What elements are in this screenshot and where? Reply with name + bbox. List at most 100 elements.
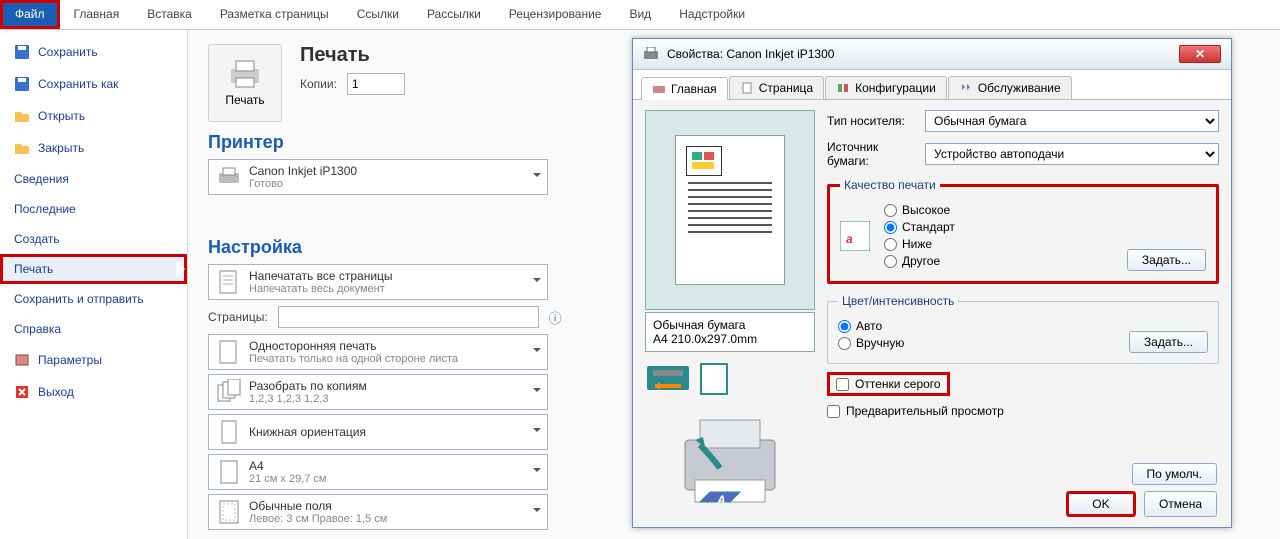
printer-status: Готово [249, 178, 357, 190]
sidebar-item-close[interactable]: Закрыть [0, 132, 187, 164]
sidebar-item-info[interactable]: Сведения [0, 164, 187, 194]
sidebar-item-label: Сохранить как [38, 77, 118, 91]
tab-layout[interactable]: Разметка страницы [206, 0, 343, 29]
preview-row: Предварительный просмотр [827, 404, 1219, 418]
close-button[interactable]: ✕ [1179, 45, 1221, 63]
sidebar-item-label: Выход [38, 385, 74, 399]
preview-size: A4 210.0x297.0mm [653, 332, 807, 346]
sidebar-item-save[interactable]: Сохранить [0, 36, 187, 68]
quality-low-radio[interactable] [884, 238, 897, 251]
sidebar-item-label: Сведения [14, 172, 69, 186]
sidebar-item-open[interactable]: Открыть [0, 100, 187, 132]
tab-review[interactable]: Рецензирование [495, 0, 616, 29]
media-select[interactable]: Обычная бумага [925, 110, 1219, 132]
setting-collate[interactable]: Разобрать по копиям1,2,3 1,2,3 1,2,3 [208, 374, 548, 410]
chevron-down-icon [533, 173, 541, 181]
preview-box [645, 110, 815, 310]
tray-icon [645, 362, 691, 396]
color-fieldset: Цвет/интенсивность Авто Вручную Задать..… [827, 294, 1219, 364]
tab-label: Страница [759, 81, 813, 95]
collate-icon [217, 379, 241, 405]
color-auto-radio[interactable] [838, 320, 851, 333]
defaults-button[interactable]: По умолч. [1132, 463, 1217, 485]
color-manual-radio[interactable] [838, 337, 851, 350]
radio-label: Другое [902, 254, 940, 268]
sidebar-item-saveas[interactable]: Сохранить как [0, 68, 187, 100]
page-outline-icon [699, 362, 729, 396]
chevron-down-icon [533, 388, 541, 396]
chevron-down-icon [533, 428, 541, 436]
page-side-icon [217, 339, 241, 365]
quality-standard-radio[interactable] [884, 221, 897, 234]
printer-properties-dialog: Свойства: Canon Inkjet iP1300 ✕ Главная … [632, 38, 1232, 528]
sidebar-item-print[interactable]: Печать [0, 254, 187, 284]
tab-file[interactable]: Файл [0, 0, 60, 29]
tab-addins[interactable]: Надстройки [665, 0, 759, 29]
tab-insert[interactable]: Вставка [133, 0, 206, 29]
sidebar-item-share[interactable]: Сохранить и отправить [0, 284, 187, 314]
tab-label: Главная [671, 82, 717, 96]
sidebar-item-label: Открыть [38, 109, 85, 123]
printer-icon [643, 47, 659, 61]
sidebar-item-label: Сохранить [38, 45, 98, 59]
chevron-down-icon [533, 468, 541, 476]
printer-select[interactable]: Canon Inkjet iP1300 Готово [208, 159, 548, 195]
setting-margins[interactable]: Обычные поляЛевое: 3 см Правое: 1,5 см [208, 494, 548, 530]
sidebar-item-label: Сохранить и отправить [14, 292, 144, 306]
sidebar-item-label: Справка [14, 322, 61, 336]
dialog-tab-maint[interactable]: Обслуживание [948, 76, 1072, 99]
printer-large-icon: A [665, 410, 795, 510]
chevron-down-icon [533, 348, 541, 356]
quality-fieldset: Качество печати a Высокое Стандарт Ниже … [827, 178, 1219, 284]
quality-high-radio[interactable] [884, 204, 897, 217]
dialog-tab-config[interactable]: Конфигурации [825, 76, 947, 99]
tab-label: Конфигурации [855, 81, 936, 95]
quality-other-radio[interactable] [884, 255, 897, 268]
sidebar-item-label: Закрыть [38, 141, 84, 155]
color-set-button[interactable]: Задать... [1129, 331, 1208, 353]
source-select[interactable]: Устройство автоподачи [925, 143, 1219, 165]
quality-sample-icon: a [840, 221, 870, 251]
dialog-titlebar[interactable]: Свойства: Canon Inkjet iP1300 ✕ [633, 39, 1231, 70]
sidebar-item-recent[interactable]: Последние [0, 194, 187, 224]
printer-icon [217, 167, 241, 187]
setting-orientation[interactable]: Книжная ориентация [208, 414, 548, 450]
setting-papersize[interactable]: A421 см x 29,7 см [208, 454, 548, 490]
cancel-button[interactable]: Отмена [1144, 491, 1217, 517]
close-icon: ✕ [1195, 47, 1205, 61]
media-label: Тип носителя: [827, 114, 919, 128]
sidebar-item-exit[interactable]: Выход [0, 376, 187, 408]
info-icon[interactable]: ⓘ [549, 308, 562, 327]
ok-button[interactable]: OK [1066, 491, 1136, 517]
dialog-tab-page[interactable]: Страница [729, 76, 824, 99]
preview-checkbox[interactable] [827, 405, 840, 418]
tab-view[interactable]: Вид [615, 0, 665, 29]
quality-set-button[interactable]: Задать... [1127, 249, 1206, 271]
pages-input[interactable] [278, 306, 539, 328]
sidebar-item-options[interactable]: Параметры [0, 344, 187, 376]
sidebar-item-new[interactable]: Создать [0, 224, 187, 254]
pages-icon [217, 269, 241, 295]
setting-sub: Печатать только на одной стороне листа [249, 353, 458, 365]
options-icon [14, 352, 30, 368]
radio-label: Ниже [902, 237, 932, 251]
dialog-tab-main[interactable]: Главная [641, 77, 728, 100]
print-button[interactable]: Печать [208, 44, 282, 122]
tab-mailings[interactable]: Рассылки [413, 0, 495, 29]
tab-links[interactable]: Ссылки [343, 0, 413, 29]
preview-label: Предварительный просмотр [846, 404, 1004, 418]
setting-main: Обычные поля [249, 499, 387, 513]
saveas-icon [14, 76, 30, 92]
copies-input[interactable] [347, 73, 405, 95]
chevron-down-icon [533, 278, 541, 286]
setting-print-range[interactable]: Напечатать все страницыНапечатать весь д… [208, 264, 548, 300]
setting-sub: 1,2,3 1,2,3 1,2,3 [249, 393, 367, 405]
grayscale-checkbox[interactable] [836, 378, 849, 391]
sidebar-item-help[interactable]: Справка [0, 314, 187, 344]
print-button-label: Печать [225, 93, 264, 107]
radio-label: Авто [856, 319, 882, 333]
printer-name: Canon Inkjet iP1300 [249, 164, 357, 178]
setting-sides[interactable]: Односторонняя печатьПечатать только на о… [208, 334, 548, 370]
tab-home[interactable]: Главная [60, 0, 134, 29]
printer-icon [227, 59, 263, 89]
